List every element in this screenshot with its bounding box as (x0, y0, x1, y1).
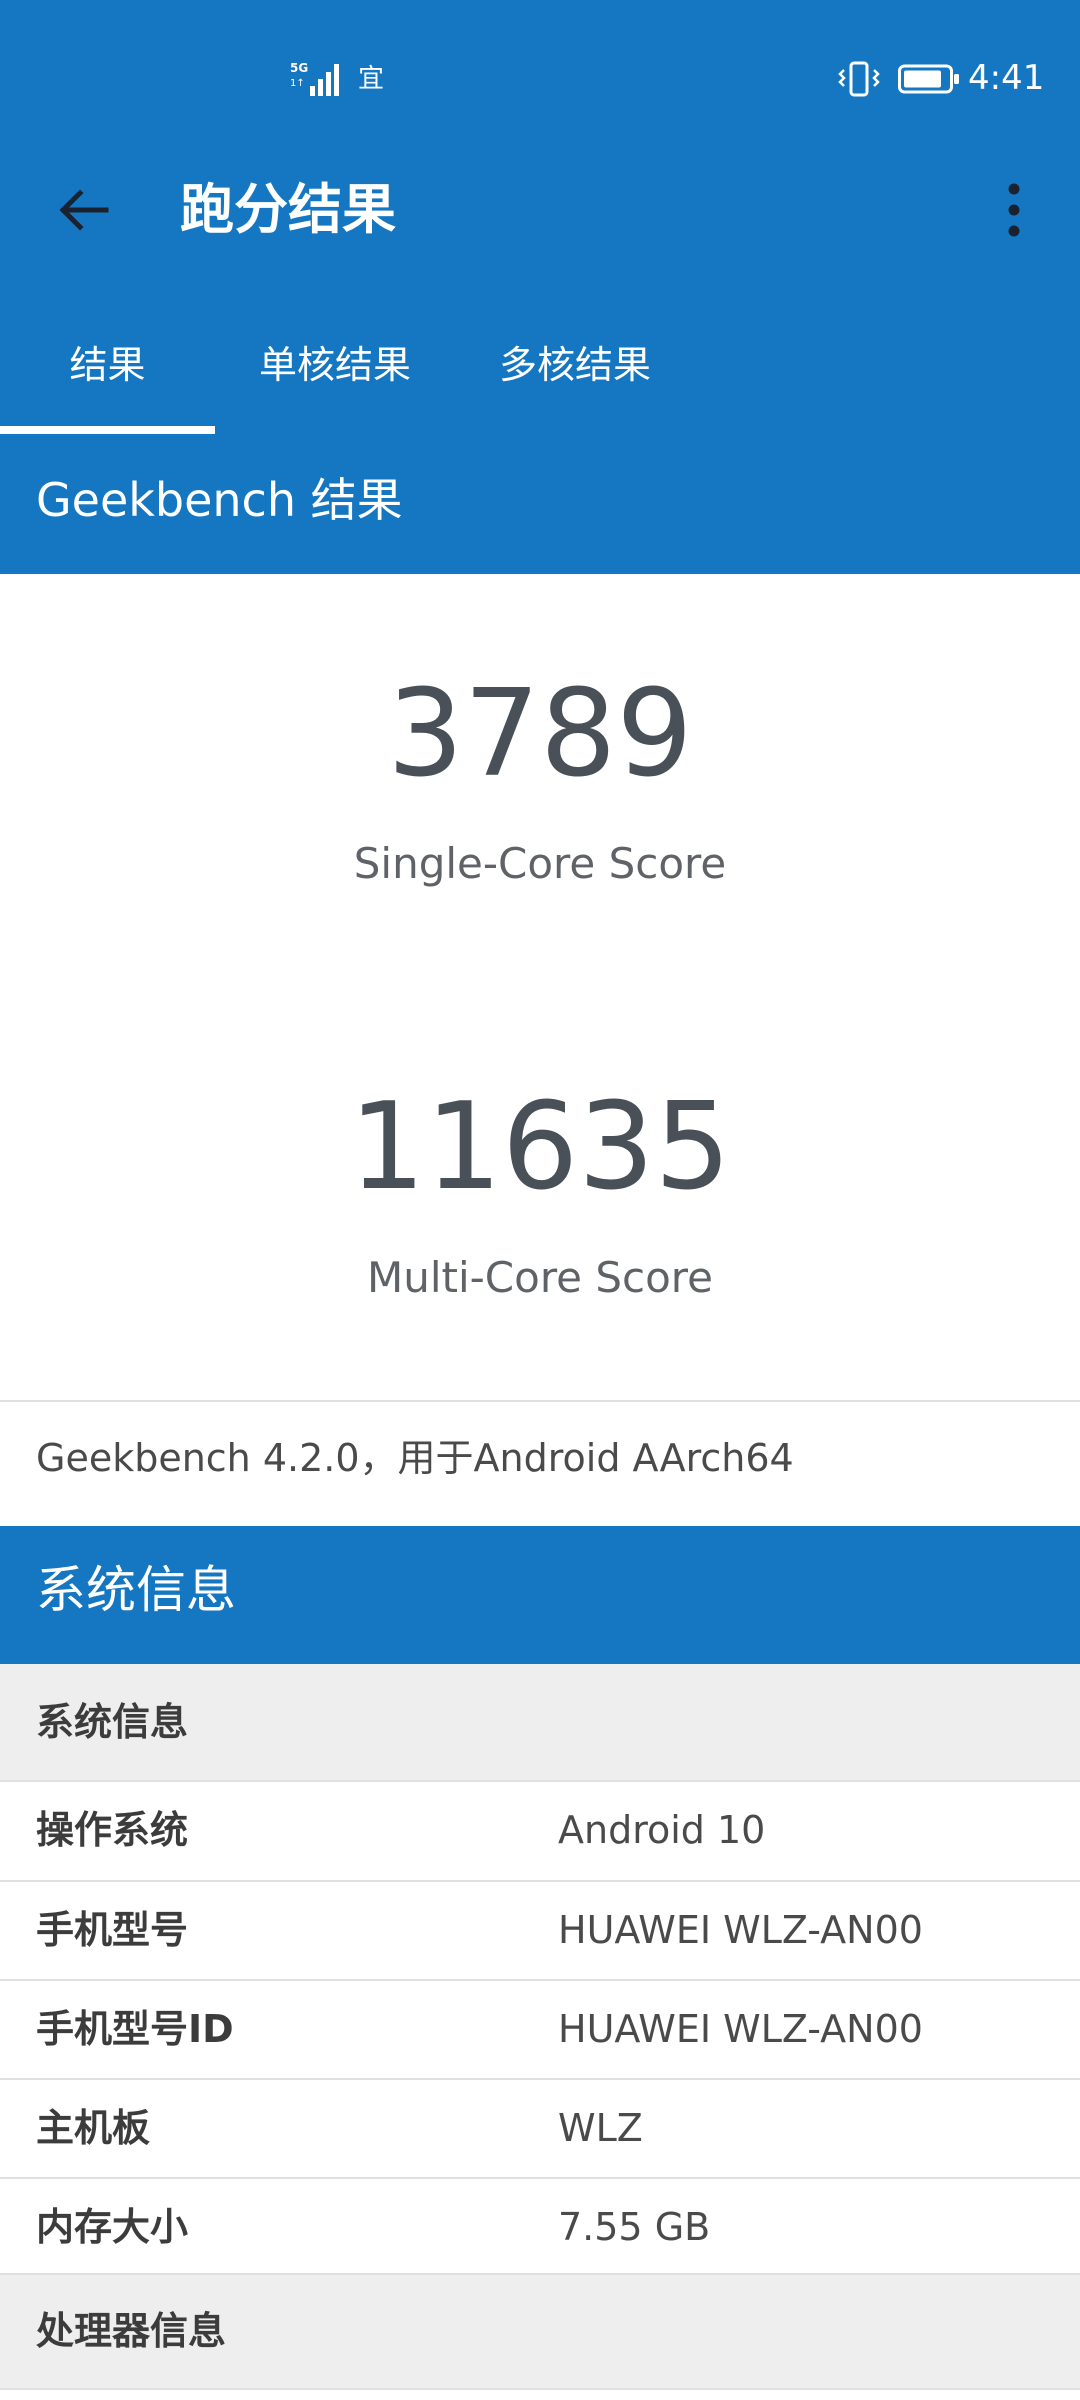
group-label: 处理器信息 (36, 2309, 227, 2353)
row-value: HUAWEI WLZ-AN00 (558, 2007, 923, 2051)
tab-single-core[interactable]: 单核结果 (215, 310, 455, 440)
row-label: 手机型号ID (36, 2007, 234, 2051)
tab-bar: 结果 单核结果 多核结果 (0, 310, 1080, 440)
multi-core-score: 11635 (349, 1078, 731, 1217)
system-info-header: 系统信息 (0, 1526, 1080, 1664)
arrow-left-icon (59, 189, 109, 231)
row-value: HUAWEI WLZ-AN00 (558, 1908, 923, 1952)
group-label: 系统信息 (36, 1700, 189, 1744)
signal-icon: 5G 1↑ (290, 62, 346, 96)
tab-multi-core[interactable]: 多核结果 (455, 310, 695, 440)
section-title: Geekbench 结果 (36, 473, 403, 527)
info-row: 操作系统 Android 10 (0, 1782, 1080, 1882)
tab-results[interactable]: 结果 (0, 310, 215, 440)
single-core-label: Single-Core Score (353, 839, 727, 888)
more-vert-icon (1008, 183, 1020, 237)
page-title: 跑分结果 (180, 178, 396, 241)
info-row: 内存大小 7.55 GB (0, 2179, 1080, 2275)
row-value: WLZ (558, 2106, 643, 2150)
network-tag: 5G (290, 61, 309, 75)
tab-indicator (0, 426, 215, 434)
multi-core-label: Multi-Core Score (366, 1253, 713, 1302)
row-value: 7.55 GB (558, 2205, 711, 2249)
signal-bars-icon (310, 64, 339, 96)
battery-icon (898, 64, 959, 94)
row-value: Android 10 (558, 1808, 766, 1852)
info-row: 手机型号ID HUAWEI WLZ-AN00 (0, 1981, 1080, 2080)
status-bar: 5G 1↑ 宜 4:41 (0, 0, 1080, 130)
status-extra-icon: 宜 (358, 64, 385, 94)
version-text: Geekbench 4.2.0，用于Android AArch64 (36, 1436, 794, 1480)
single-core-score: 3789 (387, 665, 693, 804)
status-time: 4:41 (968, 58, 1045, 98)
geekbench-results-header: Geekbench 结果 (0, 440, 1080, 574)
row-label: 手机型号 (36, 1908, 189, 1952)
info-row: 主机板 WLZ (0, 2080, 1080, 2179)
row-label: 主机板 (36, 2106, 151, 2150)
group-row-processor-info: 处理器信息 (0, 2275, 1080, 2390)
section-title: 系统信息 (36, 1561, 236, 1619)
back-button[interactable] (44, 170, 124, 250)
row-label: 操作系统 (36, 1808, 189, 1852)
overflow-menu-button[interactable] (990, 170, 1038, 250)
row-label: 内存大小 (36, 2205, 189, 2249)
group-row-system-info: 系统信息 (0, 1664, 1080, 1782)
network-sub: 1↑ (290, 78, 305, 89)
vibrate-icon (838, 61, 880, 97)
divider (0, 1400, 1080, 1402)
info-row: 手机型号 HUAWEI WLZ-AN00 (0, 1882, 1080, 1981)
